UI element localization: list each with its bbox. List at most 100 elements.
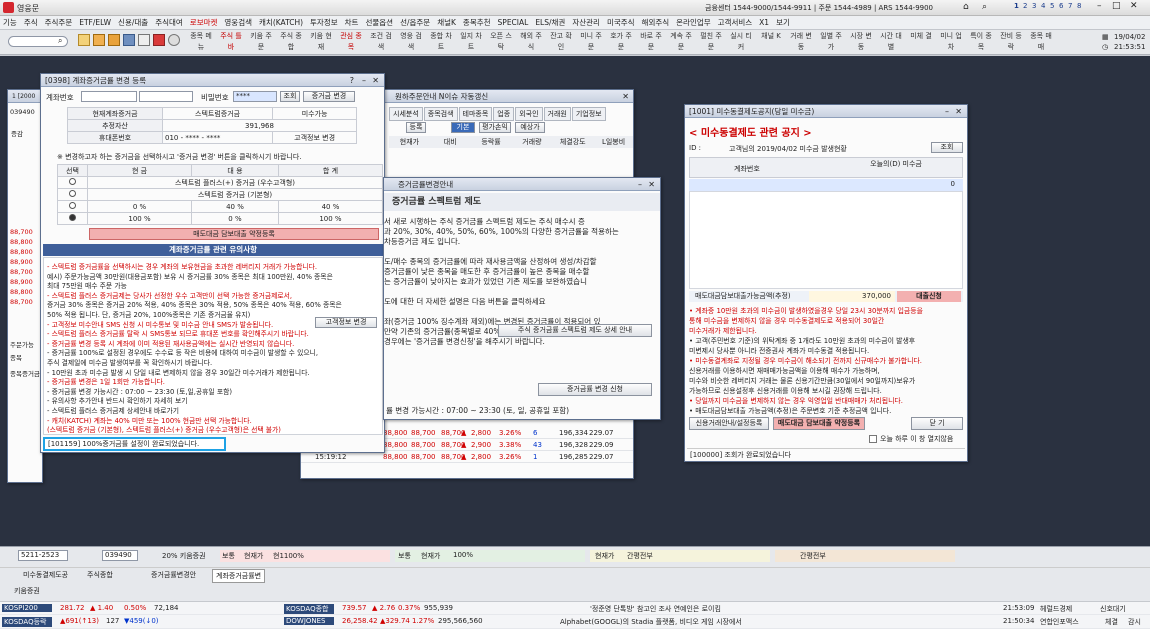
toolbar-button[interactable]: 시간 대별 — [880, 31, 902, 53]
toolbar-button[interactable]: 잔비 등락 — [1000, 31, 1022, 53]
window-tab[interactable]: 증거금률변경안 — [148, 569, 199, 581]
radio-button[interactable] — [69, 178, 76, 185]
page-5[interactable]: 5 — [1050, 2, 1058, 10]
account-input[interactable]: 5211-2523 — [18, 550, 68, 561]
monitor-icon[interactable] — [123, 34, 135, 46]
page-6[interactable]: 6 — [1059, 2, 1067, 10]
radio-button[interactable] — [69, 190, 76, 197]
menu-item[interactable]: 해외주식 — [642, 17, 670, 28]
menu-item[interactable]: ETF/ELW — [79, 18, 111, 27]
change-margin-button[interactable]: 증거금 변경 — [303, 91, 355, 102]
folder-icon[interactable] — [78, 34, 90, 46]
toolbar-button[interactable]: 펄친 주문 — [700, 31, 722, 53]
stock-tab[interactable]: 기업정보 — [571, 107, 606, 121]
customer-change-button[interactable]: 고객정보 변경 — [315, 317, 377, 328]
minimize-icon[interactable]: – — [638, 178, 642, 191]
dont-show-checkbox[interactable] — [869, 435, 877, 443]
basic-button[interactable]: 기본 — [451, 122, 475, 133]
menu-item[interactable]: 자산관리 — [572, 17, 600, 28]
menu-item[interactable]: 온라인업무 — [676, 17, 711, 28]
menu-item[interactable]: 선/옵주문 — [400, 17, 430, 28]
toolbar-button[interactable]: 바로 주문 — [640, 31, 662, 53]
toolbar-button[interactable]: 계속 주문 — [670, 31, 692, 53]
query-button[interactable]: 조회 — [931, 142, 963, 153]
toolbar-button[interactable]: 주식 종합 — [280, 31, 302, 53]
expected-price-button[interactable]: 예상가 — [515, 122, 545, 133]
toolbar-button[interactable]: 종합 차트 — [430, 31, 452, 53]
radio-button[interactable] — [69, 202, 76, 209]
close-icon[interactable]: ✕ — [622, 90, 629, 103]
loan-button[interactable]: 대출신청 — [897, 291, 961, 302]
stock-tab[interactable]: 테마종목 — [458, 107, 493, 121]
stock-tab[interactable]: 종목검색 — [423, 107, 458, 121]
menu-item[interactable]: 차트 — [345, 17, 359, 28]
close-icon[interactable]: ✕ — [648, 178, 655, 191]
toolbar-button[interactable]: 해외 주식 — [520, 31, 542, 53]
stock-tab[interactable]: 업종 — [493, 107, 515, 121]
rate-radio-cell[interactable] — [57, 200, 88, 213]
stock-tab[interactable]: 거래원 — [543, 107, 571, 121]
detail-button[interactable]: 주식 증거금률 스펙트럼 제도 상세 안내 — [498, 324, 652, 337]
acct-name-input[interactable] — [139, 91, 193, 102]
close-icon[interactable]: ✕ — [372, 74, 379, 87]
menu-item[interactable]: 보기 — [776, 17, 790, 28]
toolbar-button[interactable]: 채널 K — [760, 31, 782, 42]
rate-radio-cell[interactable] — [57, 176, 88, 189]
search-icon[interactable]: ⌕ — [982, 2, 987, 12]
apply-button[interactable]: 증거금률 변경 신청 — [538, 383, 652, 396]
agree-button[interactable]: 매도대금 담보대출 약정등록 — [89, 228, 379, 240]
toolbar-button[interactable]: 미체 결 — [910, 31, 932, 42]
minimize-icon[interactable]: – — [945, 105, 949, 118]
toolbar-button[interactable]: 미니 업차 — [940, 31, 962, 53]
rate-radio-cell[interactable] — [57, 212, 88, 225]
help-icon[interactable]: ? — [350, 74, 354, 87]
guide-button[interactable]: 신용거래안내/설정등록 — [689, 417, 769, 430]
page-7[interactable]: 7 — [1068, 2, 1076, 10]
stock-tab[interactable]: 외국인 — [515, 107, 543, 121]
home-icon[interactable]: ⌂ — [963, 2, 969, 12]
menu-item[interactable]: 미국주식 — [607, 17, 635, 28]
settings-icon[interactable] — [168, 34, 180, 46]
stock-input[interactable]: 039490 — [102, 550, 138, 561]
menu-item[interactable]: 종목추천 — [463, 17, 491, 28]
page-3[interactable]: 3 — [1032, 2, 1040, 10]
maximize-icon[interactable]: □ — [1112, 1, 1121, 11]
menu-item[interactable]: 영웅검색 — [224, 17, 252, 28]
page-2[interactable]: 2 — [1023, 2, 1031, 10]
lock-icon[interactable] — [93, 34, 105, 46]
pw-input[interactable]: **** — [233, 91, 277, 102]
menu-item[interactable]: 채널K — [437, 17, 456, 28]
toolbar-button[interactable]: 주식 틀바 — [220, 31, 242, 53]
rate-radio-cell[interactable] — [57, 188, 88, 201]
minimize-icon[interactable]: – — [362, 74, 366, 87]
close-icon[interactable]: ✕ — [955, 105, 962, 118]
toolbar-button[interactable]: 거래 변동 — [790, 31, 812, 53]
menu-item[interactable]: 주식대여 — [155, 17, 183, 28]
toolbar-button[interactable]: 실시 티커 — [730, 31, 752, 53]
menu-item[interactable]: 고객서비스 — [718, 17, 753, 28]
toolbar-button[interactable]: 조건 검색 — [370, 31, 392, 53]
menu-item[interactable]: ELS/채권 — [535, 17, 565, 28]
sell-loan-button[interactable]: 매도대금 담보대출 약정등록 — [773, 417, 865, 430]
menu-item[interactable]: 투자정보 — [310, 17, 338, 28]
toolbar-button[interactable]: 미니 주문 — [580, 31, 602, 53]
menu-item[interactable]: 로보마켓 — [190, 17, 218, 28]
page-8[interactable]: 8 — [1077, 2, 1085, 10]
search-icon[interactable]: ⌕ — [58, 36, 62, 46]
menu-item[interactable]: X1 — [759, 18, 769, 27]
menu-item[interactable]: 신용/대출 — [118, 17, 148, 28]
menu-item[interactable]: 기능 — [3, 17, 17, 28]
toolbar-button[interactable]: 종목 매매 — [1030, 31, 1052, 53]
register-button[interactable]: 등록 — [406, 122, 426, 133]
news-headline-2[interactable]: Alphabet(GOOGL)의 Stadia 플랫폼, 비디오 게임 시장에서 — [560, 617, 742, 627]
minimize-icon[interactable]: – — [1097, 1, 1102, 11]
page-4[interactable]: 4 — [1041, 2, 1049, 10]
news-headline-1[interactable]: '정준영 단톡방' 참고인 조사 연예인은 로이킴 — [590, 604, 721, 614]
toolbar-button[interactable]: 일별 주가 — [820, 31, 842, 53]
bell-icon[interactable] — [108, 34, 120, 46]
page-1[interactable]: 1 — [1014, 2, 1022, 10]
radio-button[interactable] — [69, 214, 76, 221]
toolbar-button[interactable]: 오픈 스탁 — [490, 31, 512, 53]
toolbar-button[interactable]: 영웅 검색 — [400, 31, 422, 53]
menu-item[interactable]: 선물옵션 — [365, 17, 393, 28]
